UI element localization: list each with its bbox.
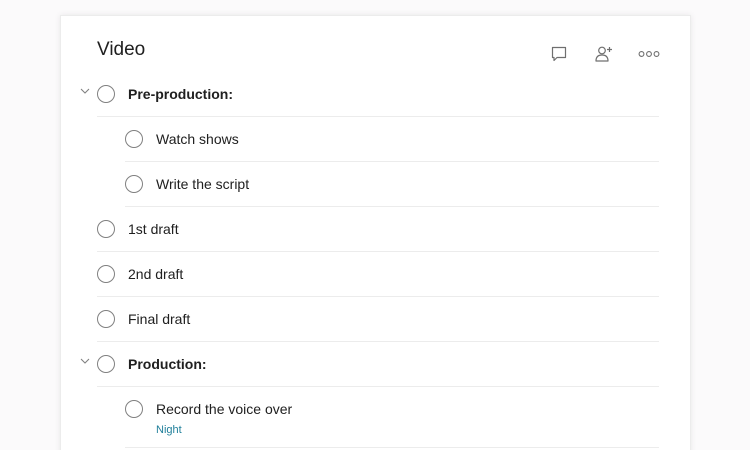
chevron-down-icon xyxy=(80,358,90,364)
task-label-tag[interactable]: Night xyxy=(156,424,182,437)
task-row: 1st draft xyxy=(61,207,692,252)
task-checkbox[interactable] xyxy=(125,400,143,418)
task-label[interactable]: Record the voice over xyxy=(156,401,292,418)
task-row: Write the script xyxy=(61,162,692,207)
task-checkbox[interactable] xyxy=(97,355,115,373)
task-checkbox[interactable] xyxy=(97,310,115,328)
share-button[interactable] xyxy=(591,43,617,65)
more-horizontal-icon xyxy=(638,51,660,57)
task-label[interactable]: Watch shows xyxy=(156,131,239,148)
task-row: Watch shows xyxy=(61,117,692,162)
task-checkbox[interactable] xyxy=(125,130,143,148)
section-label[interactable]: Production: xyxy=(128,356,207,373)
section-collapse-toggle[interactable] xyxy=(79,85,91,97)
comment-icon xyxy=(551,46,567,62)
chevron-down-icon xyxy=(80,88,90,94)
task-label[interactable]: 2nd draft xyxy=(128,266,183,283)
task-label[interactable]: Final draft xyxy=(128,311,190,328)
section-row: Production: xyxy=(61,342,692,387)
more-actions-button[interactable] xyxy=(636,43,662,65)
project-title: Video xyxy=(97,39,146,60)
task-checkbox[interactable] xyxy=(97,220,115,238)
task-checkbox[interactable] xyxy=(97,85,115,103)
task-label[interactable]: 1st draft xyxy=(128,221,179,238)
comments-button[interactable] xyxy=(546,43,572,65)
project-header: Video xyxy=(97,38,662,66)
task-list: Pre-production: Watch shows Write the sc… xyxy=(61,72,692,448)
divider xyxy=(125,447,659,448)
task-row: Record the voice over Night xyxy=(61,387,692,448)
task-row: 2nd draft xyxy=(61,252,692,297)
task-row: Final draft xyxy=(61,297,692,342)
add-person-icon xyxy=(595,46,612,62)
task-label[interactable]: Write the script xyxy=(156,176,249,193)
section-row: Pre-production: xyxy=(61,72,692,117)
task-checkbox[interactable] xyxy=(125,175,143,193)
header-actions xyxy=(527,43,662,65)
section-label[interactable]: Pre-production: xyxy=(128,86,233,103)
task-checkbox[interactable] xyxy=(97,265,115,283)
project-panel: Video Pre-production: Watch shows Write … xyxy=(60,15,691,450)
section-collapse-toggle[interactable] xyxy=(79,355,91,367)
